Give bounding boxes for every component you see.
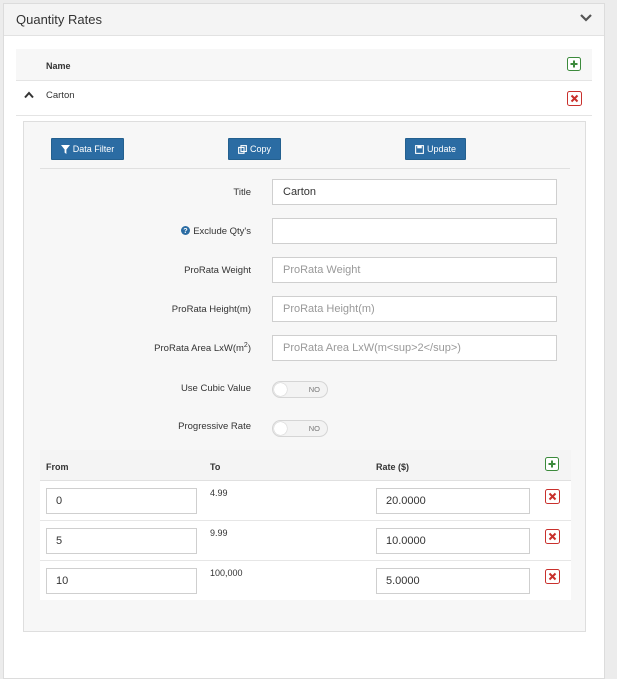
list-header: Name	[16, 49, 592, 81]
exclude-qty-field[interactable]	[272, 218, 557, 244]
svg-text:?: ?	[184, 226, 188, 235]
toggle-state: NO	[308, 385, 320, 394]
from-field[interactable]	[46, 528, 197, 554]
quantity-rates-panel: Quantity Rates Name Carton Data Filter C…	[3, 3, 605, 679]
toggle-knob	[274, 422, 287, 435]
rate-field[interactable]	[376, 568, 530, 594]
to-value: 9.99	[210, 528, 228, 538]
to-value: 100,000	[210, 568, 243, 578]
filter-icon	[60, 144, 70, 154]
list-item[interactable]: Carton	[16, 82, 592, 116]
column-header-rate: Rate ($)	[376, 462, 410, 472]
use-cubic-toggle[interactable]: NO	[272, 381, 328, 398]
prorata-area-label: ProRata Area LxW(m2)	[154, 342, 251, 355]
rates-table-header: From To Rate ($)	[40, 450, 571, 481]
list-item-name: Carton	[46, 90, 75, 101]
panel-title: Quantity Rates	[16, 12, 102, 27]
delete-row-icon[interactable]	[545, 569, 560, 584]
to-value: 4.99	[210, 488, 228, 498]
from-field[interactable]	[46, 488, 197, 514]
toolbar-divider	[40, 168, 570, 169]
rate-field[interactable]	[376, 528, 530, 554]
column-header-from: From	[46, 462, 69, 472]
delete-item-icon[interactable]	[567, 91, 582, 106]
table-row: 9.99	[40, 521, 571, 561]
prorata-area-field[interactable]	[272, 335, 557, 361]
data-filter-button[interactable]: Data Filter	[51, 138, 124, 160]
exclude-qty-label: ? Exclude Qty's	[181, 226, 251, 237]
copy-icon	[238, 144, 247, 154]
toggle-knob	[274, 383, 287, 396]
progressive-rate-toggle[interactable]: NO	[272, 420, 328, 437]
add-item-icon[interactable]	[567, 57, 581, 71]
chevron-up-icon[interactable]	[24, 91, 34, 99]
toggle-state: NO	[308, 424, 320, 433]
title-field[interactable]	[272, 179, 557, 205]
column-header-name: Name	[46, 61, 71, 71]
delete-row-icon[interactable]	[545, 529, 560, 544]
column-header-to: To	[210, 462, 221, 472]
rates-table: From To Rate ($) 4.99 9.99	[40, 450, 571, 600]
from-field[interactable]	[46, 568, 197, 594]
save-icon	[415, 144, 424, 154]
prorata-weight-label: ProRata Weight	[184, 265, 251, 276]
use-cubic-label: Use Cubic Value	[180, 383, 251, 394]
chevron-down-icon[interactable]	[580, 13, 592, 23]
item-detail-panel: Data Filter Copy Update Title ?Exclude Q…	[23, 121, 586, 632]
title-label: Title	[233, 187, 251, 198]
prorata-height-field[interactable]	[272, 296, 557, 322]
prorata-height-label: ProRata Height(m)	[171, 304, 251, 315]
help-icon[interactable]: ?	[181, 226, 191, 235]
table-row: 4.99	[40, 481, 571, 521]
rate-field[interactable]	[376, 488, 530, 514]
copy-button[interactable]: Copy	[228, 138, 281, 160]
delete-row-icon[interactable]	[545, 489, 560, 504]
prorata-weight-field[interactable]	[272, 257, 557, 283]
table-row: 100,000	[40, 561, 571, 601]
add-rate-icon[interactable]	[545, 457, 559, 471]
update-button[interactable]: Update	[405, 138, 466, 160]
progressive-rate-label: Progressive Rate	[178, 421, 251, 432]
panel-header: Quantity Rates	[4, 4, 604, 36]
